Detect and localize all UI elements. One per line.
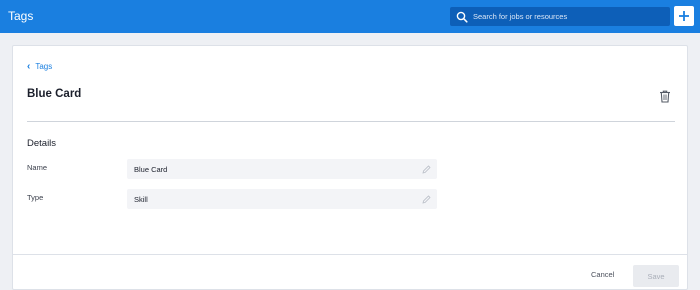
title-divider bbox=[27, 121, 675, 122]
search-icon bbox=[456, 11, 468, 23]
name-label: Name bbox=[27, 163, 48, 172]
top-bar: Tags bbox=[0, 0, 700, 33]
footer-divider bbox=[13, 254, 687, 255]
type-value: Skill bbox=[134, 194, 148, 204]
search-bar[interactable] bbox=[450, 7, 670, 26]
breadcrumb[interactable]: ‹ Tags bbox=[27, 60, 53, 72]
delete-button[interactable] bbox=[658, 89, 672, 103]
save-button[interactable]: Save bbox=[633, 265, 679, 287]
breadcrumb-label: Tags bbox=[35, 62, 53, 71]
details-section-title: Details bbox=[27, 138, 57, 149]
cancel-button[interactable]: Cancel bbox=[591, 270, 614, 279]
search-input[interactable] bbox=[473, 8, 663, 25]
pencil-icon[interactable] bbox=[422, 164, 431, 174]
tag-detail-card: ‹ Tags Blue Card Details Name Blue Card … bbox=[12, 45, 688, 290]
app-title: Tags bbox=[8, 9, 34, 23]
type-label: Type bbox=[27, 193, 44, 202]
add-button[interactable] bbox=[674, 6, 694, 26]
page-title: Blue Card bbox=[27, 88, 82, 100]
name-field[interactable]: Blue Card bbox=[127, 159, 437, 179]
chevron-left-icon: ‹ bbox=[27, 60, 31, 72]
plus-icon bbox=[679, 11, 689, 21]
trash-icon bbox=[660, 90, 670, 103]
name-value: Blue Card bbox=[134, 164, 168, 174]
type-field[interactable]: Skill bbox=[127, 189, 437, 209]
pencil-icon[interactable] bbox=[422, 194, 431, 204]
